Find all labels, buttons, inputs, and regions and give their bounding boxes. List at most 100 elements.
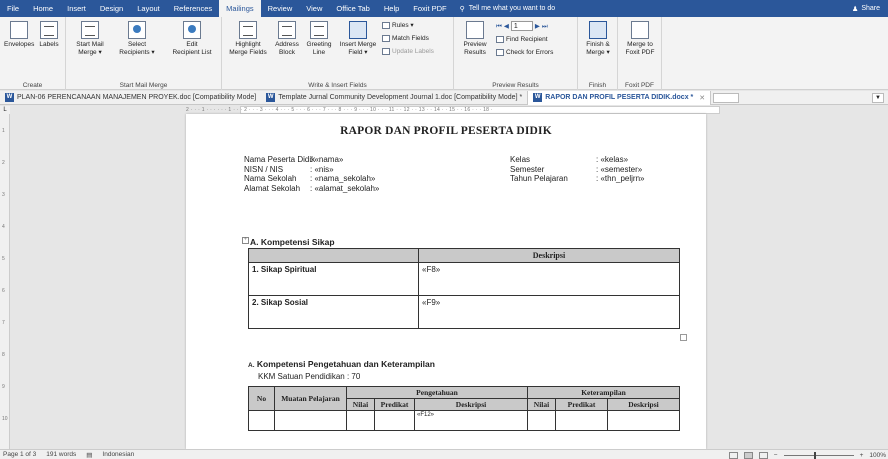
read-mode-icon[interactable]	[728, 451, 738, 459]
tab-office-tab[interactable]: Office Tab	[329, 0, 377, 17]
table-row: «F12»	[248, 410, 680, 431]
tab-file[interactable]: File	[0, 0, 26, 17]
language[interactable]: Indonesian	[102, 451, 134, 458]
info-value: : «nama_sekolah»	[310, 174, 376, 183]
update-labels-button[interactable]: Update Labels	[382, 47, 434, 56]
tab-help[interactable]: Help	[377, 0, 406, 17]
tab-selector[interactable]: L	[0, 106, 10, 114]
document-page[interactable]: RAPOR DAN PROFIL PESERTA DIDIK Nama Pese…	[186, 114, 706, 449]
envelopes-button[interactable]: Envelopes	[4, 21, 34, 49]
tab-foxit-pdf[interactable]: Foxit PDF	[406, 0, 453, 17]
proofing-icon[interactable]: ▤	[86, 451, 92, 459]
tab-review[interactable]: Review	[261, 0, 300, 17]
start-mail-merge-button[interactable]: Start Mail Merge ▾	[70, 21, 110, 56]
table-move-handle-icon[interactable]: +	[242, 237, 249, 244]
lightbulb-icon: ⚲	[459, 5, 465, 13]
tab-insert[interactable]: Insert	[60, 0, 93, 17]
envelope-icon	[10, 21, 28, 39]
share-button[interactable]: ♟ Share	[852, 5, 888, 13]
greeting-line-button[interactable]: Greeting Line	[303, 21, 335, 56]
kompetensi-sikap-table: Deskripsi 1. Sikap Spiritual «F8» 2. Sik…	[248, 248, 680, 329]
preview-results-button[interactable]: Preview Results	[458, 21, 492, 56]
edit-recipient-list-button[interactable]: Edit Recipient List	[164, 21, 220, 56]
tab-mailings[interactable]: Mailings	[219, 0, 261, 17]
doc-tab-rapor[interactable]: W RAPOR DAN PROFIL PESERTA DIDIK.docx * …	[527, 90, 712, 105]
edit-label-1: Edit	[186, 41, 198, 48]
web-layout-icon[interactable]	[758, 451, 768, 459]
zoom-level[interactable]: 100%	[869, 452, 886, 459]
tab-home[interactable]: Home	[26, 0, 60, 17]
mail-merge-icon	[81, 21, 99, 39]
merge-to-foxit-pdf-button[interactable]: Merge to Foxit PDF	[622, 21, 658, 56]
info-key: Nama Sekolah	[244, 174, 297, 183]
word-doc-icon: W	[5, 93, 14, 102]
labels-button[interactable]: Labels	[35, 21, 63, 49]
doc-tab-label: Template Jurnal Community Development Jo…	[278, 94, 523, 101]
start-label-1: Start Mail	[76, 41, 104, 48]
doc-tab-template-jurnal[interactable]: W Template Jurnal Community Development …	[261, 91, 527, 105]
kkm-text: KKM Satuan Pendidikan : 70	[258, 372, 361, 381]
info-key: NISN / NIS	[244, 164, 284, 174]
find-recipient-button[interactable]: Find Recipient	[496, 35, 548, 44]
check-for-errors-button[interactable]: Check for Errors	[496, 48, 553, 57]
foxit-label-1: Merge to	[627, 41, 653, 48]
greeting-label-1: Greeting	[306, 41, 332, 48]
row-value[interactable]: «F8»	[418, 262, 680, 296]
rules-icon	[382, 22, 390, 29]
ruler-ticks: 2 · · · 1 · · · · · · 1 · · · 2 · · · 3 …	[186, 107, 493, 113]
section-b-prefix: A.	[248, 362, 255, 369]
doc-tab-plan06[interactable]: W PLAN-06 PERENCANAAN MANAJEMEN PROYEK.d…	[0, 91, 261, 105]
insert-field-icon	[349, 21, 367, 39]
header-no: No	[248, 386, 275, 411]
close-tab-icon[interactable]: ✕	[699, 94, 705, 102]
preview-label-1: Preview	[463, 41, 487, 48]
address-block-icon	[278, 21, 296, 39]
preview-abc-icon	[466, 21, 484, 39]
zoom-out-icon[interactable]: −	[774, 452, 778, 459]
info-key: Alamat Sekolah	[244, 183, 301, 193]
cell-f12[interactable]: «F12»	[414, 410, 528, 431]
select-recipients-button[interactable]: Select Recipients ▾	[112, 21, 162, 56]
tab-references[interactable]: References	[167, 0, 219, 17]
address-block-button[interactable]: Address Block	[272, 21, 302, 56]
header-keterampilan: Keterampilan	[527, 386, 680, 399]
tell-me-box[interactable]: ⚲ Tell me what you want to do	[454, 5, 556, 13]
insert-merge-field-button[interactable]: Insert Merge Field ▾	[336, 21, 380, 56]
record-number-input[interactable]: 1	[510, 21, 533, 31]
table-header-empty	[248, 248, 419, 263]
row-label[interactable]: 2. Sikap Sosial	[248, 295, 419, 329]
header-predikat: Predikat	[374, 398, 415, 411]
section-b-title: A. Kompetensi Pengetahuan dan Keterampil…	[248, 359, 435, 369]
zoom-in-icon[interactable]: +	[860, 452, 864, 459]
share-label: Share	[861, 5, 880, 12]
table-resize-handle[interactable]	[680, 334, 687, 341]
tab-view[interactable]: View	[299, 0, 329, 17]
select-label-1: Select	[127, 41, 147, 48]
info-value: : «kelas»	[596, 155, 629, 164]
highlight-merge-fields-button[interactable]: Highlight Merge Fields	[226, 21, 270, 56]
word-count[interactable]: 191 words	[46, 451, 76, 458]
tab-design[interactable]: Design	[93, 0, 130, 17]
tab-layout[interactable]: Layout	[130, 0, 167, 17]
last-record-icon[interactable]: ⏭	[542, 22, 548, 31]
page-count[interactable]: Page 1 of 3	[3, 451, 36, 458]
info-value: : «thn_peljrn»	[596, 174, 645, 183]
finish-merge-button[interactable]: Finish & Merge ▾	[581, 21, 615, 56]
tab-list-dropdown-icon[interactable]: ▼	[872, 93, 884, 103]
row-label[interactable]: 1. Sikap Spiritual	[248, 262, 419, 296]
group-foxit-pdf: Merge to Foxit PDF Foxit PDF	[618, 17, 662, 90]
first-record-icon[interactable]: ⏮	[496, 22, 502, 31]
match-fields-button[interactable]: Match Fields	[382, 34, 429, 43]
next-record-icon[interactable]: ▶	[535, 22, 540, 31]
greeting-label-2: Line	[312, 48, 326, 56]
horizontal-ruler[interactable]: 2 · · · 1 · · · · · · 1 · · · 2 · · · 3 …	[10, 106, 888, 114]
zoom-slider[interactable]	[783, 451, 854, 459]
print-layout-icon[interactable]	[743, 451, 753, 459]
previous-record-icon[interactable]: ◀	[504, 22, 509, 31]
address-label-2: Block	[279, 48, 295, 56]
greeting-line-icon	[310, 21, 328, 39]
row-value[interactable]: «F9»	[418, 295, 680, 329]
new-tab-area[interactable]	[713, 92, 740, 103]
vertical-ruler[interactable]: 1 2 3 4 5 6 7 8 9 10	[0, 114, 10, 449]
rules-button[interactable]: Rules ▾	[382, 21, 414, 30]
